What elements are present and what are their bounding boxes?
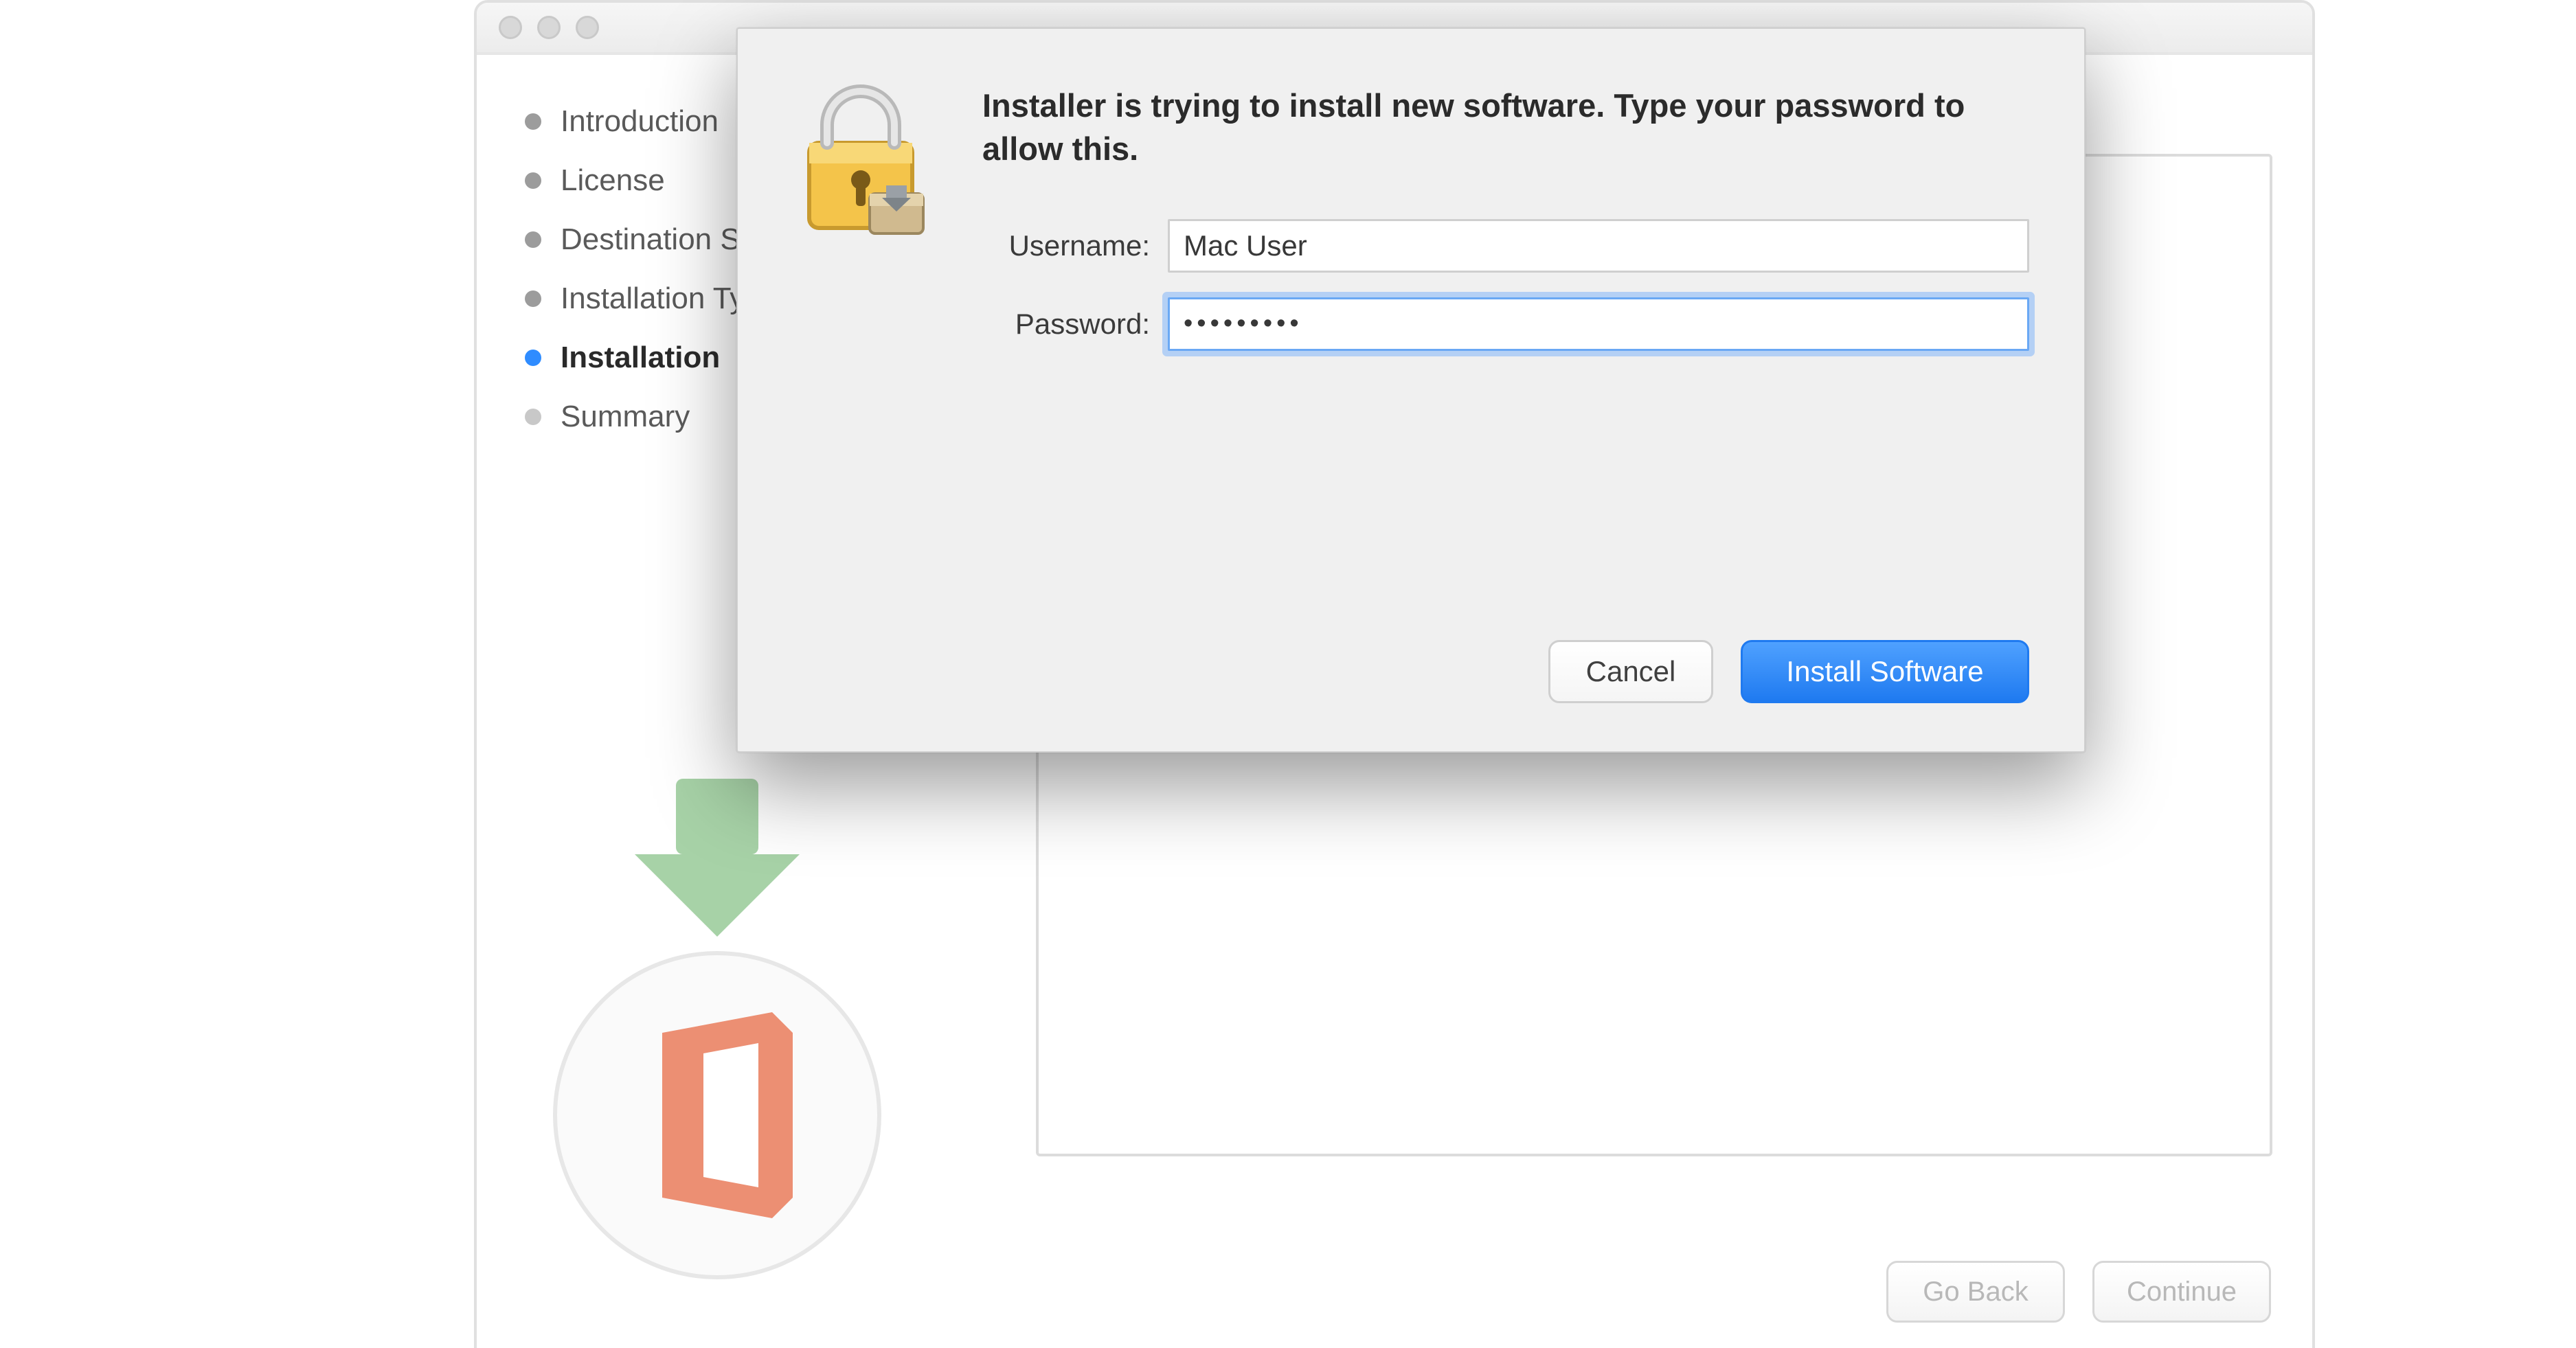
continue-button[interactable]: Continue <box>2092 1261 2271 1323</box>
password-row: Password: <box>982 297 2029 351</box>
step-label: License <box>561 163 665 198</box>
password-input[interactable] <box>1168 297 2029 351</box>
step-bullet-icon <box>525 409 541 425</box>
auth-button-row: Cancel Install Software <box>1548 640 2029 703</box>
install-software-button[interactable]: Install Software <box>1741 640 2029 703</box>
office-download-art-icon <box>532 758 889 1280</box>
cancel-button[interactable]: Cancel <box>1548 640 1713 703</box>
username-row: Username: <box>982 219 2029 273</box>
traffic-zoom-icon[interactable] <box>576 16 599 39</box>
step-bullet-icon <box>525 172 541 189</box>
username-input[interactable] <box>1168 219 2029 273</box>
password-label: Password: <box>982 308 1168 341</box>
installer-footer-buttons: Go Back Continue <box>1886 1261 2271 1323</box>
step-label: Introduction <box>561 104 719 139</box>
step-bullet-icon <box>525 113 541 130</box>
step-bullet-icon <box>525 290 541 307</box>
step-bullet-icon <box>525 231 541 248</box>
step-label: Summary <box>561 400 690 434</box>
traffic-minimize-icon[interactable] <box>537 16 561 39</box>
lock-installer-icon <box>793 84 944 242</box>
step-label: Installation <box>561 341 720 375</box>
go-back-button[interactable]: Go Back <box>1886 1261 2065 1323</box>
auth-sheet: Installer is trying to install new softw… <box>736 27 2086 753</box>
step-bullet-icon <box>525 350 541 366</box>
username-label: Username: <box>982 229 1168 262</box>
auth-prompt-text: Installer is trying to install new softw… <box>982 84 2029 171</box>
traffic-close-icon[interactable] <box>499 16 522 39</box>
